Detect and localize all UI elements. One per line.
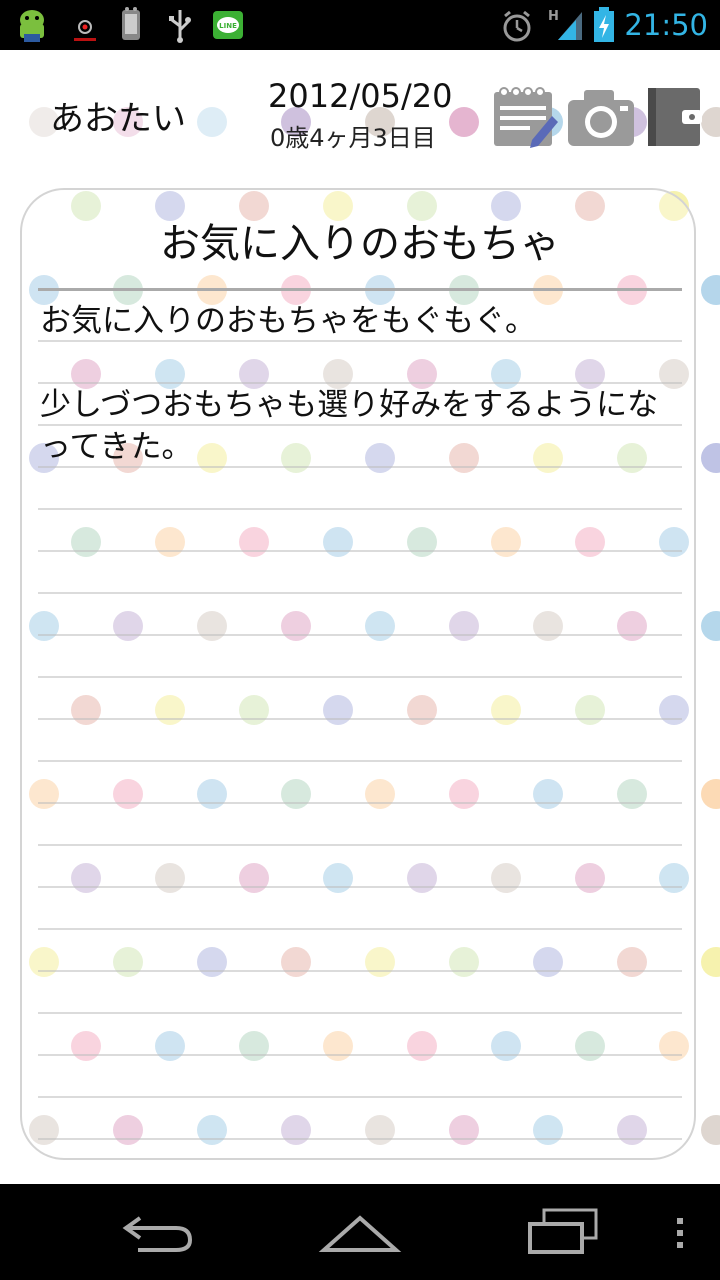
background-dot [701, 1115, 720, 1145]
svg-text:H: H [548, 9, 559, 24]
ruled-line [38, 1138, 682, 1140]
ruled-line [38, 886, 682, 888]
background-dot [701, 947, 720, 977]
ruled-line [38, 1054, 682, 1056]
usb-icon [169, 10, 191, 43]
debug-phone-icon [122, 7, 140, 40]
recent-apps-icon[interactable] [522, 1204, 602, 1260]
clock-time: 21:50 [624, 8, 708, 42]
android-mascot-icon [20, 10, 44, 42]
ruled-line [38, 760, 682, 762]
ruled-line [38, 550, 682, 552]
line-app-icon: LINE [213, 11, 243, 39]
back-icon[interactable] [118, 1204, 198, 1260]
background-dot [701, 107, 720, 137]
note-title[interactable]: お気に入りのおもちゃ [22, 212, 698, 276]
status-bar: LINE H 21:50 [0, 0, 720, 50]
ruled-line [38, 508, 682, 510]
diary-edit-icon[interactable] [492, 86, 558, 148]
menu-icon[interactable] [668, 1204, 692, 1260]
album-icon[interactable] [646, 86, 702, 148]
camera-icon[interactable] [566, 86, 636, 148]
ruled-line [38, 844, 682, 846]
background-dot [701, 779, 720, 809]
background-dot [701, 611, 720, 641]
alarm-icon [503, 10, 531, 42]
ruled-line [38, 634, 682, 636]
eye-app-icon [74, 20, 96, 41]
background-dot [701, 275, 720, 305]
ruled-line [38, 802, 682, 804]
ruled-line [38, 592, 682, 594]
child-age: 0歳4ヶ月3日目 [270, 124, 436, 152]
title-divider [38, 288, 682, 291]
ruled-line [38, 1012, 682, 1014]
ruled-line [38, 1096, 682, 1098]
background-dot [449, 107, 479, 137]
ruled-line [38, 718, 682, 720]
ruled-line [38, 928, 682, 930]
navigation-bar [0, 1184, 720, 1280]
ruled-line [38, 676, 682, 678]
battery-charging-icon [594, 7, 614, 42]
background-dot [701, 443, 720, 473]
svg-text:LINE: LINE [219, 22, 237, 30]
home-icon[interactable] [318, 1204, 402, 1260]
ruled-line [38, 970, 682, 972]
child-name[interactable]: あおたい [50, 98, 186, 140]
entry-date: 2012/05/20 [268, 77, 453, 115]
signal-icon: H [548, 9, 582, 40]
note-body[interactable]: お気に入りのおもちゃをもぐもぐ。 少しづつおもちゃも選り好みをするようになってき… [40, 300, 680, 468]
